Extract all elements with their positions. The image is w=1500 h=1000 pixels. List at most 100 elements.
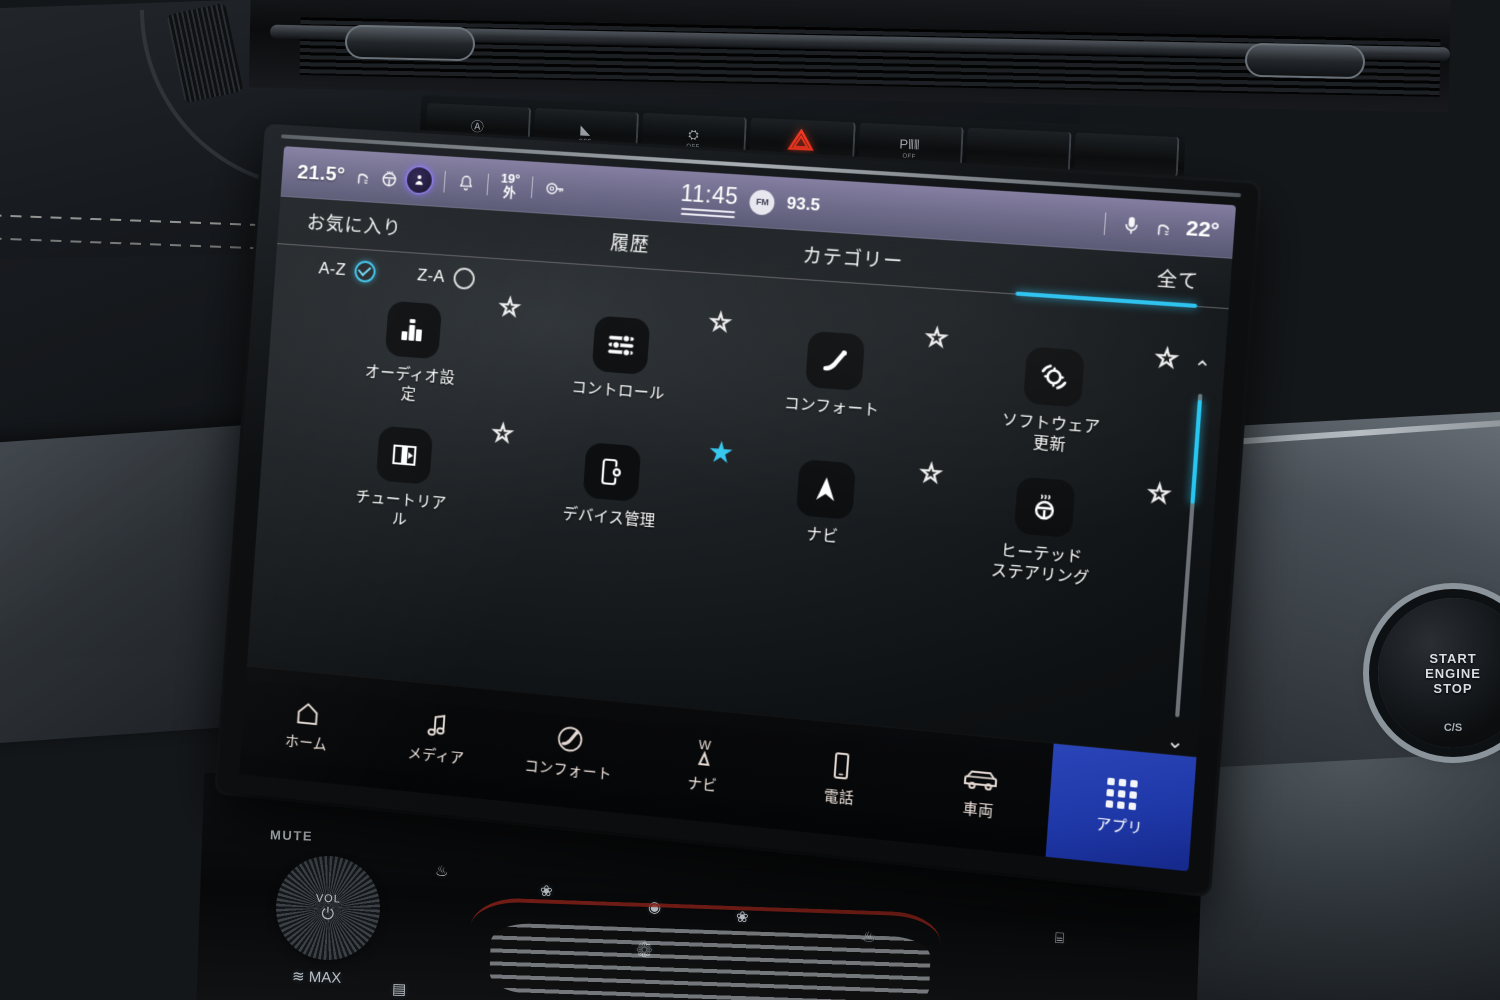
vehicle-icon xyxy=(961,765,1000,795)
favorite-star-icon[interactable]: ☆ xyxy=(1147,481,1172,508)
power-icon: ⏻ xyxy=(321,905,334,923)
start-button-label: START ENGINE STOP xyxy=(1425,651,1481,696)
microphone-icon[interactable] xyxy=(1122,215,1142,237)
sliders-icon xyxy=(592,316,651,375)
start-label-line1: START xyxy=(1429,651,1476,666)
scrollbar-thumb[interactable] xyxy=(1190,400,1202,504)
nav-item-vehicle[interactable]: 車両 xyxy=(906,730,1054,857)
nav-label: メディア xyxy=(407,742,465,768)
app-tile-comfort[interactable]: コンフォート ☆ xyxy=(720,325,946,470)
nav-item-phone[interactable]: 電話 xyxy=(768,717,914,842)
status-divider-1 xyxy=(443,171,445,193)
sort-az-radio-checked[interactable] xyxy=(354,260,376,283)
status-divider-4 xyxy=(1104,213,1107,236)
driver-temperature[interactable]: 21.5° xyxy=(297,161,346,187)
nav-label: ナビ xyxy=(687,772,718,796)
driver-ventilated-seat-button[interactable]: ❀ xyxy=(540,882,553,900)
status-bar-left-group: 21.5° 19° 外 xyxy=(296,159,566,203)
equalizer-icon xyxy=(385,301,442,360)
outside-temperature: 19° 外 xyxy=(500,172,521,201)
status-bar-center-group: 11:45 FM 93.5 xyxy=(679,179,821,223)
bell-icon[interactable] xyxy=(457,174,476,193)
driver-heated-seat-button[interactable]: ♨ xyxy=(435,862,449,880)
app-label: ヒーテッド ステアリング xyxy=(990,541,1092,590)
passenger-temperature[interactable]: 22° xyxy=(1185,217,1220,244)
park-assist-off-label: OFF xyxy=(902,154,915,161)
app-label: オーディオ設定 xyxy=(362,363,456,409)
volume-knob-label: VOL xyxy=(316,892,341,905)
nav-item-home[interactable]: ホーム xyxy=(239,667,376,788)
gear-refresh-icon xyxy=(1023,346,1085,407)
sort-az-label: A-Z xyxy=(318,259,347,280)
button-blank-2[interactable] xyxy=(1074,132,1180,177)
navigation-arrow-icon xyxy=(796,459,856,520)
chevron-down-icon[interactable]: ⌄ xyxy=(1166,731,1185,753)
app-tile-device-management[interactable]: デバイス管理 ★ xyxy=(500,436,720,580)
sort-option-za[interactable]: Z-A xyxy=(416,264,475,290)
radio-frequency[interactable]: 93.5 xyxy=(786,194,821,216)
usb-port-indicator: ⌸ xyxy=(1055,930,1065,947)
rear-defrost-button[interactable]: ▤ xyxy=(392,980,407,998)
sort-option-az[interactable]: A-Z xyxy=(318,258,376,283)
nav-item-comfort[interactable]: コンフォート xyxy=(499,691,640,814)
app-grid-scrollbar[interactable]: ⌃ ⌄ xyxy=(1157,358,1221,754)
max-defrost-button[interactable]: ≋ MAX xyxy=(292,967,342,987)
status-divider-3 xyxy=(531,176,534,198)
sort-za-label: Z-A xyxy=(417,265,446,286)
status-bar-right-group: 22° xyxy=(1100,211,1221,243)
seat-recline-icon xyxy=(805,331,865,391)
infotainment-screen-bezel: 21.5° 19° 外 11:45 FM 93.5 22° お気に入り 履歴 カ… xyxy=(217,124,1259,894)
compass-wa-icon: W xyxy=(688,736,722,769)
start-label-line3: STOP xyxy=(1433,681,1472,696)
hazard-triangle-icon xyxy=(788,128,815,151)
app-label: チュートリアル xyxy=(353,488,447,535)
nav-label: アプリ xyxy=(1095,812,1143,838)
app-tile-software-update[interactable]: ソフトウェア更新 ☆ xyxy=(937,341,1169,488)
infotainment-screen[interactable]: 21.5° 19° 外 11:45 FM 93.5 22° お気に入り 履歴 カ… xyxy=(239,146,1236,871)
user-profile-icon[interactable] xyxy=(406,167,433,194)
app-label: コントロール xyxy=(570,378,665,405)
app-tile-heated-steering[interactable]: ヒーテッド ステアリング ☆ xyxy=(927,470,1159,619)
park-sensor-icon: ◣ xyxy=(580,122,591,138)
app-tile-audio-settings[interactable]: オーディオ設定 ☆ xyxy=(304,295,518,436)
nav-item-media[interactable]: メディア xyxy=(368,679,507,801)
car-interior-scene: START ENGINE STOP C/S Ⓐ OFF ◣ OFF ⛭ OFF … xyxy=(0,0,1500,1000)
book-play-icon xyxy=(376,426,433,485)
radio-band-badge[interactable]: FM xyxy=(749,189,776,216)
clock[interactable]: 11:45 xyxy=(679,179,739,218)
heated-steering-icon xyxy=(1014,476,1076,538)
heated-seat-icon-passenger[interactable] xyxy=(1153,217,1174,238)
home-icon xyxy=(295,700,321,728)
heated-steering-icon[interactable] xyxy=(379,168,398,188)
app-label: ソフトウェア更新 xyxy=(999,411,1101,459)
air-vent-tab-right[interactable] xyxy=(1245,43,1366,80)
chevron-up-icon[interactable]: ⌃ xyxy=(1193,358,1212,380)
nav-item-navigation[interactable]: W ナビ xyxy=(632,704,775,828)
nav-item-apps[interactable]: アプリ xyxy=(1046,744,1197,872)
app-label: デバイス管理 xyxy=(561,505,656,533)
favorite-star-icon[interactable]: ☆ xyxy=(1154,345,1179,372)
app-tile-tutorial[interactable]: チュートリアル ☆ xyxy=(295,420,509,562)
sort-za-radio[interactable] xyxy=(453,267,476,290)
button-blank-1[interactable] xyxy=(966,127,1072,172)
key-fob-icon[interactable] xyxy=(545,179,566,198)
max-defrost-label: MAX xyxy=(308,969,341,987)
phone-icon xyxy=(830,751,852,781)
mute-button-label[interactable]: MUTE xyxy=(270,827,314,843)
app-label: ナビ xyxy=(774,522,872,550)
scrollbar-track[interactable] xyxy=(1175,394,1202,718)
heated-seat-icon[interactable] xyxy=(353,167,372,187)
apps-grid-icon xyxy=(1106,777,1138,810)
nav-label: 電話 xyxy=(823,784,855,808)
comfort-seat-icon xyxy=(556,724,585,754)
auto-start-stop-icon: Ⓐ xyxy=(470,115,484,135)
nav-label: ホーム xyxy=(284,730,327,755)
start-button-sublabel: C/S xyxy=(1444,722,1462,734)
nav-label: 車両 xyxy=(962,797,994,821)
outside-temp-label: 外 xyxy=(503,185,517,200)
volume-knob[interactable]: VOL ⏻ xyxy=(280,860,375,955)
app-tile-control[interactable]: コントロール ☆ xyxy=(509,310,729,453)
status-divider-2 xyxy=(486,174,489,196)
phone-gear-icon xyxy=(583,442,642,502)
app-tile-navigation[interactable]: ナビ ☆ xyxy=(711,453,937,600)
